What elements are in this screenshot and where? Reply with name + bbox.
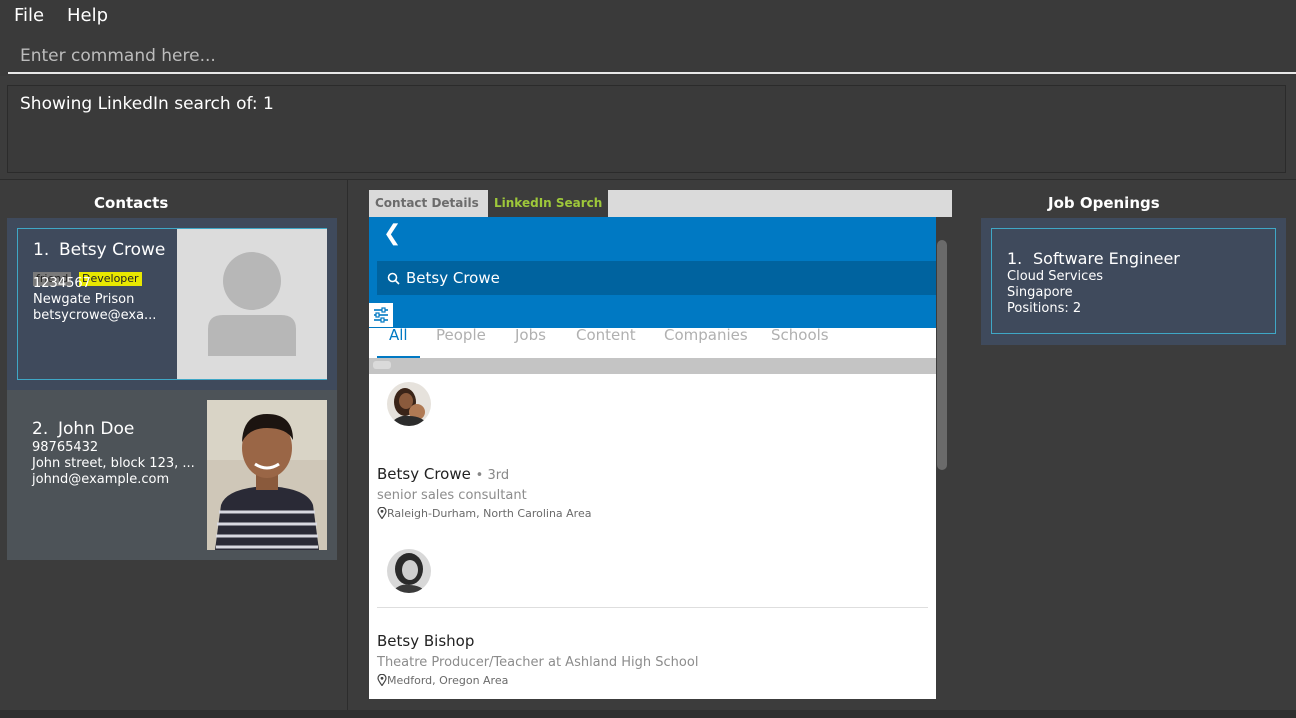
contact-address: Newgate Prison bbox=[33, 292, 135, 307]
result-text: Showing LinkedIn search of: 1 bbox=[20, 94, 274, 114]
contact-photo bbox=[207, 400, 327, 550]
result-headline: Theatre Producer/Teacher at Ashland High… bbox=[377, 655, 699, 670]
result-name[interactable]: Betsy Bishop bbox=[377, 632, 474, 650]
result-location: Medford, Oregon Area bbox=[377, 673, 508, 687]
search-result[interactable]: Betsy Bishop Theatre Producer/Teacher at… bbox=[377, 547, 928, 699]
linkedin-category-tabs: All People Jobs Content Companies School… bbox=[369, 326, 936, 358]
search-result[interactable]: Betsy Crowe • 3rd senior sales consultan… bbox=[377, 380, 928, 530]
browser-panel: Contact Details LinkedIn Search ❮ Betsy … bbox=[347, 180, 963, 710]
jobs-panel: Job Openings 1. Software Engineer Cloud … bbox=[962, 180, 1296, 710]
li-tab-jobs[interactable]: Jobs bbox=[515, 326, 546, 344]
result-degree: • 3rd bbox=[475, 468, 510, 483]
location-pin-icon bbox=[377, 506, 387, 520]
job-positions: Positions: 2 bbox=[1007, 301, 1082, 316]
location-pin-icon bbox=[377, 673, 387, 687]
tab-contact-details[interactable]: Contact Details bbox=[369, 190, 485, 217]
result-headline: senior sales consultant bbox=[377, 488, 527, 503]
contact-name: Betsy Crowe bbox=[59, 240, 166, 260]
menu-bar: File Help bbox=[0, 0, 1296, 32]
li-tab-companies[interactable]: Companies bbox=[664, 326, 748, 344]
default-avatar-icon bbox=[177, 229, 327, 379]
search-icon bbox=[387, 272, 400, 285]
li-tab-people[interactable]: People bbox=[436, 326, 486, 344]
contact-card[interactable]: 1. Betsy Crowe friend Developer 1234567 … bbox=[7, 218, 337, 390]
contact-name: John Doe bbox=[58, 419, 135, 439]
job-company: Cloud Services bbox=[1007, 269, 1104, 284]
linkedin-search-text: Betsy Crowe bbox=[406, 269, 500, 287]
jobs-title: Job Openings bbox=[1048, 194, 1160, 212]
li-tab-all[interactable]: All bbox=[389, 326, 408, 344]
result-photo bbox=[387, 549, 431, 593]
status-bar bbox=[0, 710, 1296, 718]
browser-tabs: Contact Details LinkedIn Search bbox=[369, 190, 952, 217]
command-input[interactable] bbox=[8, 40, 1296, 74]
contact-index: 2. bbox=[32, 419, 49, 439]
linkedin-header: ❮ Betsy Crowe bbox=[369, 217, 936, 328]
contact-phone: 98765432 bbox=[32, 440, 99, 455]
result-name[interactable]: Betsy Crowe • 3rd bbox=[377, 465, 509, 483]
horizontal-scrollbar-thumb[interactable] bbox=[373, 361, 391, 369]
job-title: Software Engineer bbox=[1033, 249, 1180, 268]
menu-help[interactable]: Help bbox=[67, 5, 108, 26]
contact-email: betsycrowe@exa... bbox=[33, 308, 157, 323]
vertical-scrollbar[interactable] bbox=[937, 240, 947, 470]
job-card[interactable]: 1. Software Engineer Cloud Services Sing… bbox=[981, 218, 1286, 345]
job-location: Singapore bbox=[1007, 285, 1073, 300]
result-divider bbox=[377, 607, 928, 608]
job-index: 1. bbox=[1007, 249, 1023, 268]
contact-phone: 1234567 bbox=[33, 276, 91, 291]
linkedin-page: ❮ Betsy Crowe All People Jobs Content Co… bbox=[369, 217, 936, 699]
filter-icon[interactable] bbox=[369, 303, 393, 327]
contact-email: johnd@example.com bbox=[32, 472, 170, 487]
result-location: Raleigh-Durham, North Carolina Area bbox=[377, 506, 591, 520]
command-box bbox=[0, 32, 1296, 76]
horizontal-scrollbar[interactable] bbox=[369, 358, 936, 374]
result-display: Showing LinkedIn search of: 1 bbox=[7, 85, 1286, 173]
contacts-title: Contacts bbox=[94, 194, 169, 212]
contact-card[interactable]: 2. John Doe 98765432 John street, block … bbox=[7, 390, 337, 560]
result-photo bbox=[387, 382, 431, 426]
tab-linkedin-search[interactable]: LinkedIn Search bbox=[488, 190, 609, 217]
li-tab-content[interactable]: Content bbox=[576, 326, 636, 344]
contacts-panel: Contacts 1. Betsy Crowe friend Developer… bbox=[0, 180, 346, 710]
contact-address: John street, block 123, ... bbox=[32, 456, 195, 471]
linkedin-search-box[interactable]: Betsy Crowe bbox=[377, 261, 936, 295]
job-card-border: 1. Software Engineer Cloud Services Sing… bbox=[991, 228, 1276, 334]
contact-card-selected-border: 1. Betsy Crowe friend Developer 1234567 … bbox=[17, 228, 327, 380]
back-icon[interactable]: ❮ bbox=[383, 221, 401, 246]
contact-index: 1. bbox=[33, 240, 50, 260]
li-tab-schools[interactable]: Schools bbox=[771, 326, 829, 344]
menu-file[interactable]: File bbox=[14, 5, 44, 26]
